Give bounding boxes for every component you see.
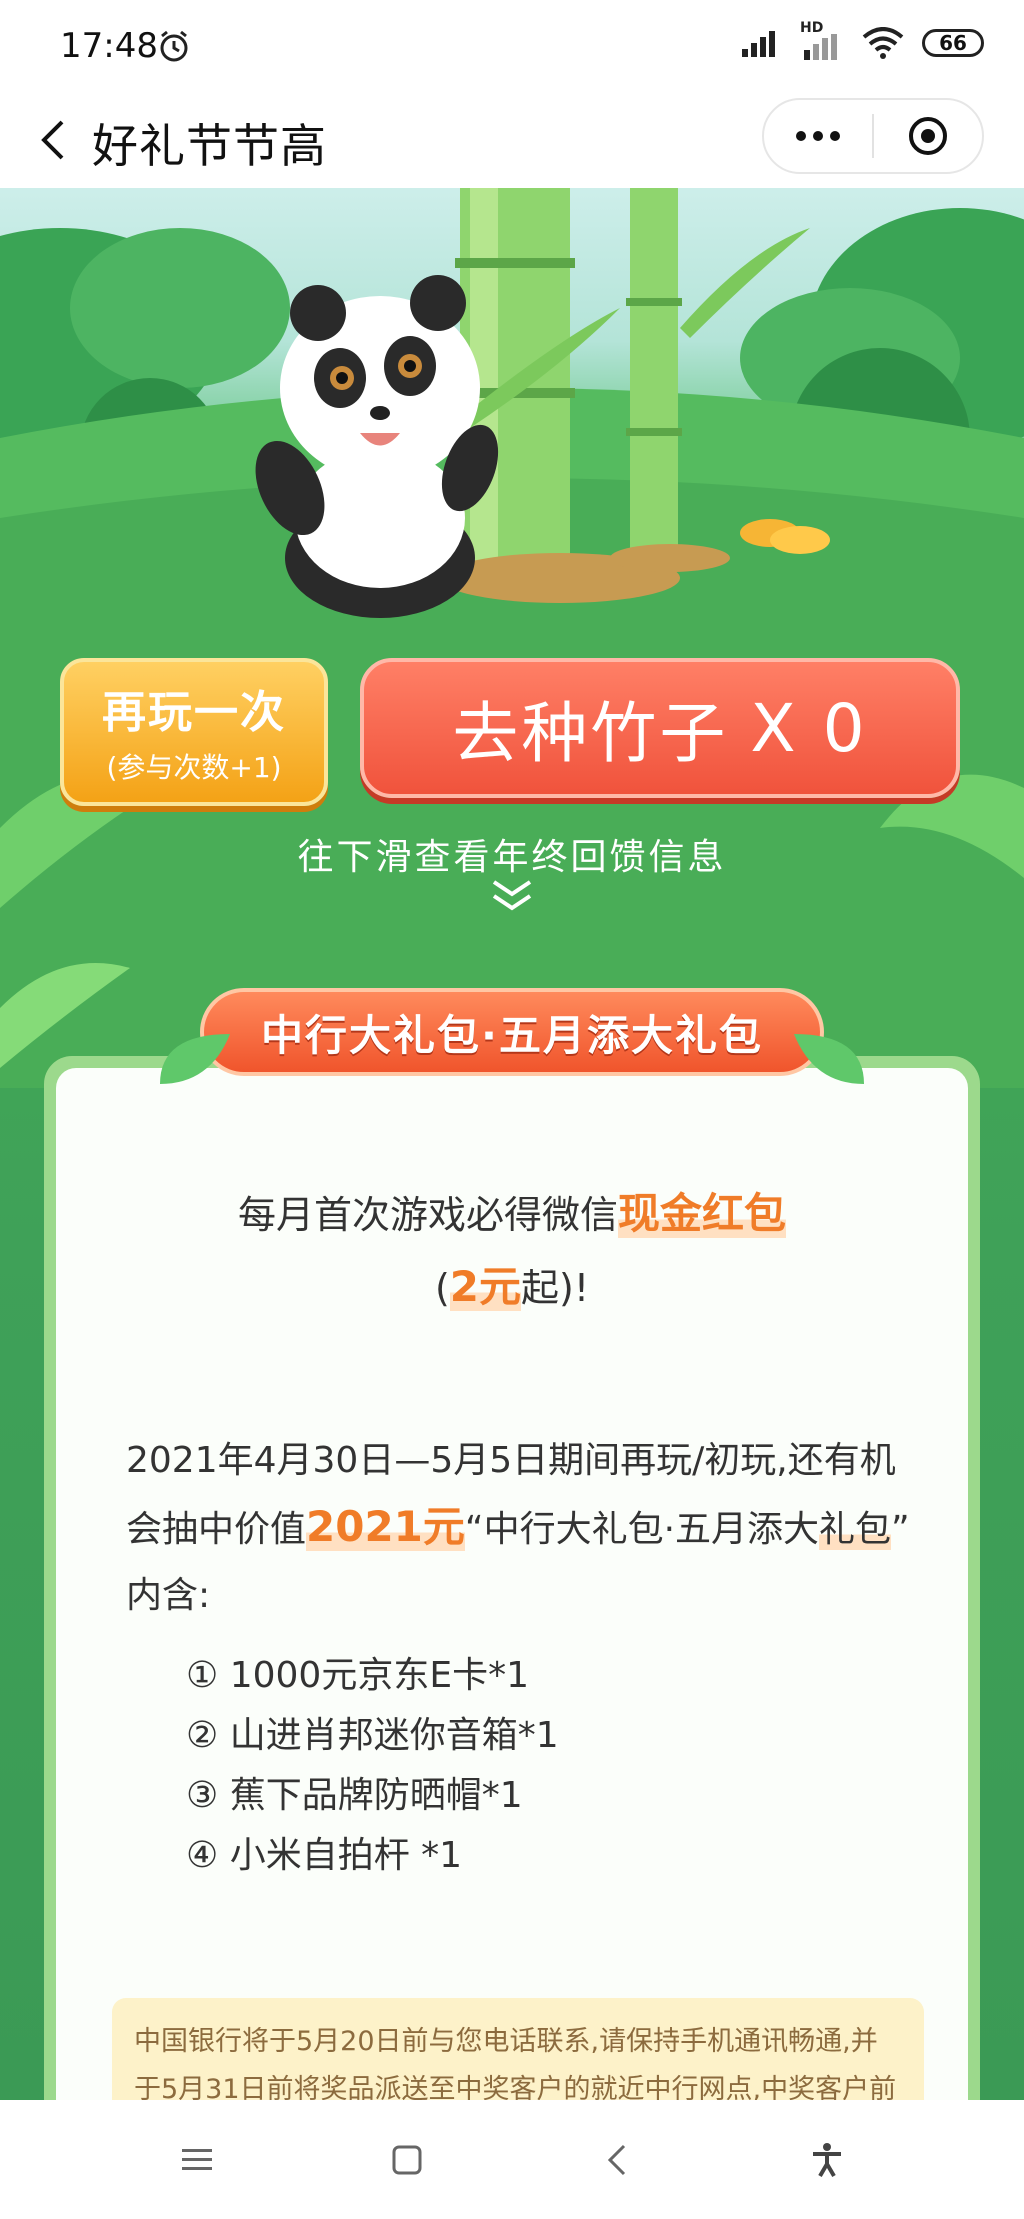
- notice-box: 中国银行将于5月20日前与您电话联系,请保持手机通讯畅通,并于5月31日前将奖品…: [112, 1998, 924, 2100]
- hd-signal-icon: HD: [800, 20, 844, 60]
- signal-icon: [742, 31, 775, 57]
- body-highlight: 2021元: [306, 1502, 465, 1551]
- prize-item: ① 1000元京东E卡*1: [186, 1655, 529, 1696]
- system-nav-bar: [0, 2100, 1024, 2219]
- intro-prefix: 每月首次游戏必得微信: [237, 1193, 618, 1237]
- battery-icon: 66: [922, 29, 984, 57]
- wifi-icon: [862, 27, 904, 59]
- status-icons: HD 66: [742, 20, 984, 60]
- body-highlight2: 礼包: [819, 1509, 892, 1550]
- title-bar: 好礼节节高: [0, 92, 1024, 188]
- play-again-sublabel: (参与次数+1): [106, 751, 282, 784]
- card-ribbon-title: 中行大礼包·五月添大礼包: [200, 988, 824, 1076]
- plant-bamboo-button[interactable]: 去种竹子 X 0: [360, 658, 960, 798]
- back-button[interactable]: [28, 112, 84, 168]
- plant-bamboo-label: 去种竹子: [452, 695, 729, 772]
- home-nav-button[interactable]: [302, 2120, 512, 2200]
- intro2-open: (: [434, 1266, 450, 1310]
- plant-bamboo-count: X 0: [750, 689, 868, 767]
- intro-highlight: 现金红包: [618, 1189, 787, 1238]
- menu-icon: [182, 2148, 212, 2170]
- prize-card-body: 每月首次游戏必得微信现金红包 (2元起)! 2021年4月30日—5月5日期间再…: [56, 1068, 968, 2100]
- prize-item: ② 山进肖邦迷你音箱*1: [186, 1715, 559, 1756]
- chevron-left-icon: [41, 120, 64, 160]
- home-square-icon: [392, 2145, 422, 2174]
- ribbon-leaf-left-icon: [160, 1034, 230, 1084]
- close-circle-icon: [908, 117, 947, 155]
- intro2-close: 起)!: [521, 1266, 590, 1310]
- scroll-hint: 往下滑查看年终回馈信息: [297, 837, 727, 878]
- alarm-icon: [160, 30, 188, 62]
- back-nav-button[interactable]: [512, 2120, 722, 2200]
- game-scene: [0, 188, 1024, 1088]
- prize-item: ③ 蕉下品牌防晒帽*1: [186, 1775, 523, 1816]
- menu-nav-button[interactable]: [92, 2120, 302, 2200]
- capsule-menu: [762, 98, 984, 174]
- prize-card: 每月首次游戏必得微信现金红包 (2元起)! 2021年4月30日—5月5日期间再…: [44, 1056, 980, 2100]
- prize-list: ① 1000元京东E卡*1 ② 山进肖邦迷你音箱*1 ③ 蕉下品牌防晒帽*1 ④…: [186, 1646, 886, 1886]
- page-title: 好礼节节高: [92, 119, 327, 173]
- back-chevron-icon: [607, 2144, 626, 2175]
- ribbon-leaf-right-icon: [794, 1034, 864, 1084]
- campaign-text: 2021年4月30日—5月5日期间再玩/初玩,还有机会抽中价值2021元“中行大…: [126, 1428, 926, 1629]
- accessibility-nav-button[interactable]: [722, 2120, 932, 2200]
- more-button[interactable]: [764, 100, 872, 172]
- play-again-button[interactable]: 再玩一次 (参与次数+1): [60, 658, 328, 806]
- play-again-label: 再玩一次: [102, 687, 286, 738]
- status-bar: 17:48 HD 66: [0, 0, 1024, 92]
- intro-text: 每月首次游戏必得微信现金红包 (2元起)!: [56, 1178, 968, 1324]
- accessibility-icon: [813, 2142, 841, 2177]
- intro2-highlight: 2元: [449, 1262, 521, 1311]
- game-area: 再玩一次 (参与次数+1) 去种竹子 X 0 往下滑查看年终回馈信息 每月首次游…: [0, 188, 1024, 2100]
- more-dots-icon: [796, 131, 840, 141]
- status-time: 17:48: [60, 26, 158, 66]
- double-chevron-down-icon: [492, 880, 532, 911]
- prize-item: ④ 小米自拍杆 *1: [186, 1835, 463, 1876]
- close-button[interactable]: [874, 100, 982, 172]
- body-middle: “中行大礼包·五月添大: [464, 1509, 820, 1550]
